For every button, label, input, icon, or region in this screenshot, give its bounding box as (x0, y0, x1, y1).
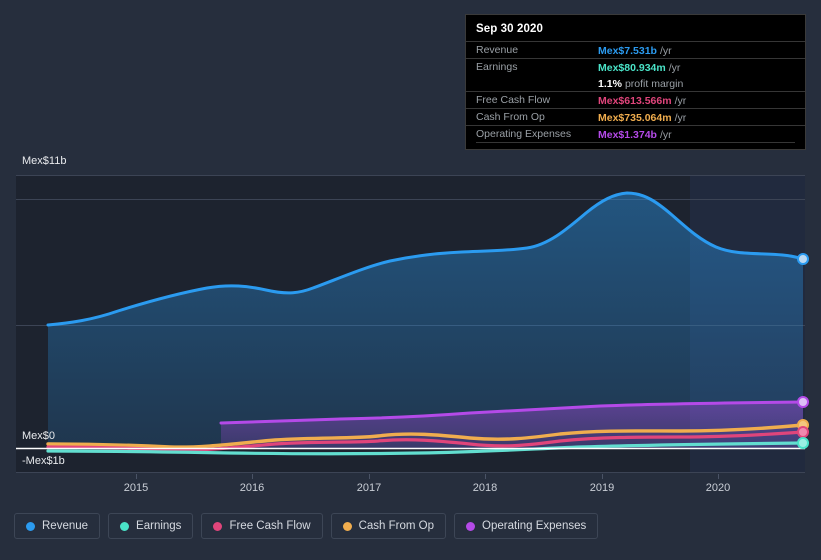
tooltip-row-label: Free Cash Flow (476, 94, 551, 107)
chart-legend[interactable]: Revenue Earnings Free Cash Flow Cash From O… (14, 513, 599, 539)
tooltip-row: Earnings Mex$80.934m/yr (466, 57, 805, 76)
legend-item-label: Cash From Op (358, 520, 435, 532)
x-axis-tick-mark (602, 474, 603, 479)
chart-plot-area (16, 175, 809, 473)
tooltip-row-value-wrap: Mex$7.531b/yr (598, 41, 672, 59)
x-axis-tick-mark (252, 474, 253, 479)
x-axis-tick-label: 2017 (356, 482, 382, 494)
tooltip-row: Operating Expenses Mex$1.374b/yr (466, 124, 805, 143)
legend-item-label: Revenue (42, 520, 89, 532)
x-axis-tick-label: 2018 (472, 482, 498, 494)
legend-item-label: Earnings (136, 520, 182, 532)
tooltip-row-value-wrap: Mex$80.934m/yr (598, 58, 680, 76)
tooltip-row: Revenue Mex$7.531b/yr (466, 41, 805, 58)
x-axis-tick-label: 2016 (239, 482, 265, 494)
tooltip-row: 1.1% profit margin (466, 75, 805, 92)
x-axis-tick-label: 2019 (589, 482, 615, 494)
legend-item-earnings[interactable]: Earnings (108, 513, 194, 539)
tooltip-row-value: 1.1% (598, 78, 622, 90)
legend-color-dot-icon (342, 521, 352, 531)
x-axis-tick-label: 2015 (123, 482, 149, 494)
x-axis-tick-label: 2020 (705, 482, 731, 494)
x-axis-tick-mark (369, 474, 370, 479)
legend-item-revenue[interactable]: Revenue (14, 513, 101, 539)
legend-color-dot-icon (120, 521, 130, 531)
tooltip-row-unit: /yr (659, 44, 672, 57)
tooltip-row-value-wrap: Mex$1.374b/yr (598, 125, 672, 143)
data-tooltip: Sep 30 2020 Revenue Mex$7.531b/yr Earnings… (465, 14, 806, 150)
tooltip-row-unit: /yr (674, 95, 687, 108)
legend-item-operating-expenses[interactable]: Operating Expenses (454, 513, 599, 539)
tooltip-row-value: Mex$613.566m (598, 95, 672, 108)
tooltip-row-value: Mex$735.064m (598, 112, 672, 125)
tooltip-row-unit: /yr (668, 61, 681, 74)
tooltip-row-value-wrap: Mex$735.064m/yr (598, 108, 686, 126)
legend-item-label: Free Cash Flow (229, 520, 311, 532)
x-axis-tick-mark (718, 474, 719, 479)
legend-color-dot-icon (213, 521, 223, 531)
legend-item-label: Operating Expenses (482, 520, 587, 532)
legend-color-dot-icon (466, 521, 476, 531)
tooltip-row-unit: /yr (659, 128, 672, 141)
tooltip-rows: Revenue Mex$7.531b/yr Earnings Mex$80.934m /… (466, 41, 805, 142)
y-axis-zero-label: Mex$0 (22, 430, 56, 442)
x-axis-tick-mark (136, 474, 137, 479)
tooltip-row-label: Earnings (476, 60, 518, 73)
x-axis: 2015 2016 2017 2018 2019 2020 (0, 474, 821, 500)
tooltip-row-value-wrap: Mex$613.566m/yr (598, 91, 686, 109)
legend-item-free-cash-flow[interactable]: Free Cash Flow (201, 513, 323, 539)
x-axis-tick-mark (485, 474, 486, 479)
tooltip-row-unit: profit margin (624, 78, 684, 90)
tooltip-row-label: Revenue (476, 43, 519, 56)
tooltip-row-label: Operating Expenses (476, 127, 572, 140)
tooltip-row-label: Cash From Op (476, 111, 545, 124)
tooltip-row-unit: /yr (674, 112, 687, 125)
legend-item-cash-from-op[interactable]: Cash From Op (330, 513, 447, 539)
tooltip-row-value-wrap: 1.1% profit margin (598, 74, 683, 92)
financial-chart-widget: Mex$11b Mex$0 -Mex$1b 2015 2016 2017 2018 20… (0, 0, 821, 560)
y-axis-top-label: Mex$11b (22, 155, 67, 167)
tooltip-row-value: Mex$7.531b (598, 44, 657, 57)
legend-color-dot-icon (26, 521, 35, 531)
tooltip-row: Free Cash Flow Mex$613.566m/yr (466, 91, 805, 108)
y-axis-bottom-label: -Mex$1b (22, 455, 65, 467)
tooltip-row: Cash From Op Mex$735.064m/yr (466, 108, 805, 125)
tooltip-row-value: Mex$80.934m (598, 61, 666, 74)
tooltip-date: Sep 30 2020 (476, 23, 543, 35)
tooltip-row-value: Mex$1.374b (598, 128, 657, 141)
